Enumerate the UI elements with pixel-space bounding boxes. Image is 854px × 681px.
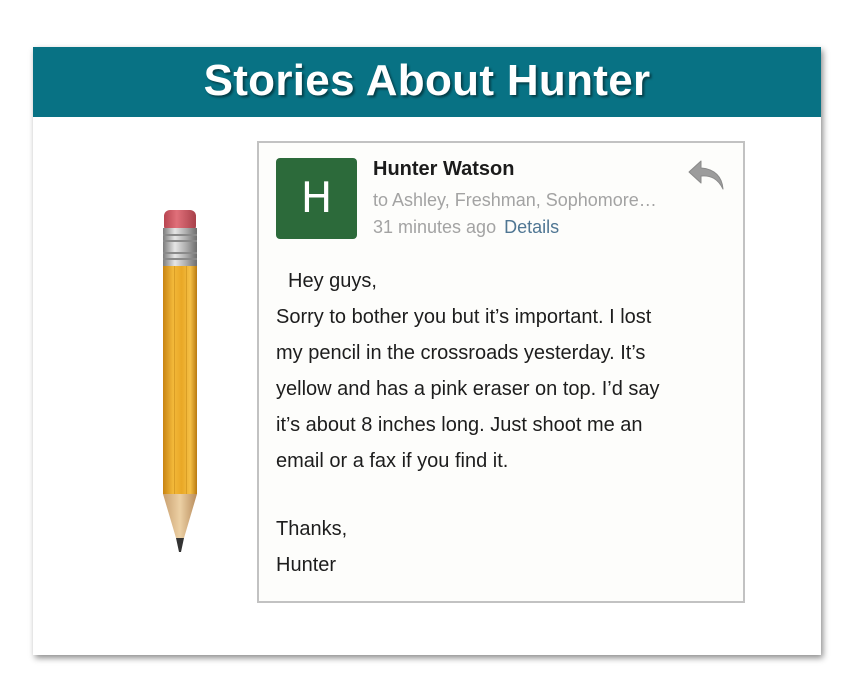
reply-arrow-icon[interactable] (687, 159, 725, 191)
pencil-icon (163, 210, 197, 552)
sender-name: Hunter Watson (373, 158, 515, 180)
body-line: Sorry to bother you but it’s important. … (276, 306, 652, 328)
email-message: H Hunter Watson to Ashley, Freshman, Sop… (257, 141, 745, 603)
body-line: yellow and has a pink eraser on top. I’d… (276, 378, 660, 400)
greeting: Hey guys, (288, 270, 377, 292)
details-link[interactable]: Details (504, 217, 559, 237)
recipient-list: to Ashley, Freshman, Sophomore… (373, 190, 657, 210)
page-title: Stories About Hunter (203, 56, 651, 105)
title-banner: Stories About Hunter (33, 47, 821, 117)
body-line: email or a fax if you find it. (276, 450, 509, 472)
avatar: H (276, 158, 357, 239)
email-body: Hey guys, Sorry to bother you but it’s i… (276, 263, 731, 583)
timestamp: 31 minutes ago (373, 217, 497, 237)
body-line: my pencil in the crossroads yesterday. I… (276, 342, 646, 364)
signature: Hunter (276, 554, 337, 576)
timestamp-row: 31 minutes ago Details (373, 217, 559, 238)
body-line: it’s about 8 inches long. Just shoot me … (276, 414, 643, 436)
signoff: Thanks, (276, 518, 348, 540)
